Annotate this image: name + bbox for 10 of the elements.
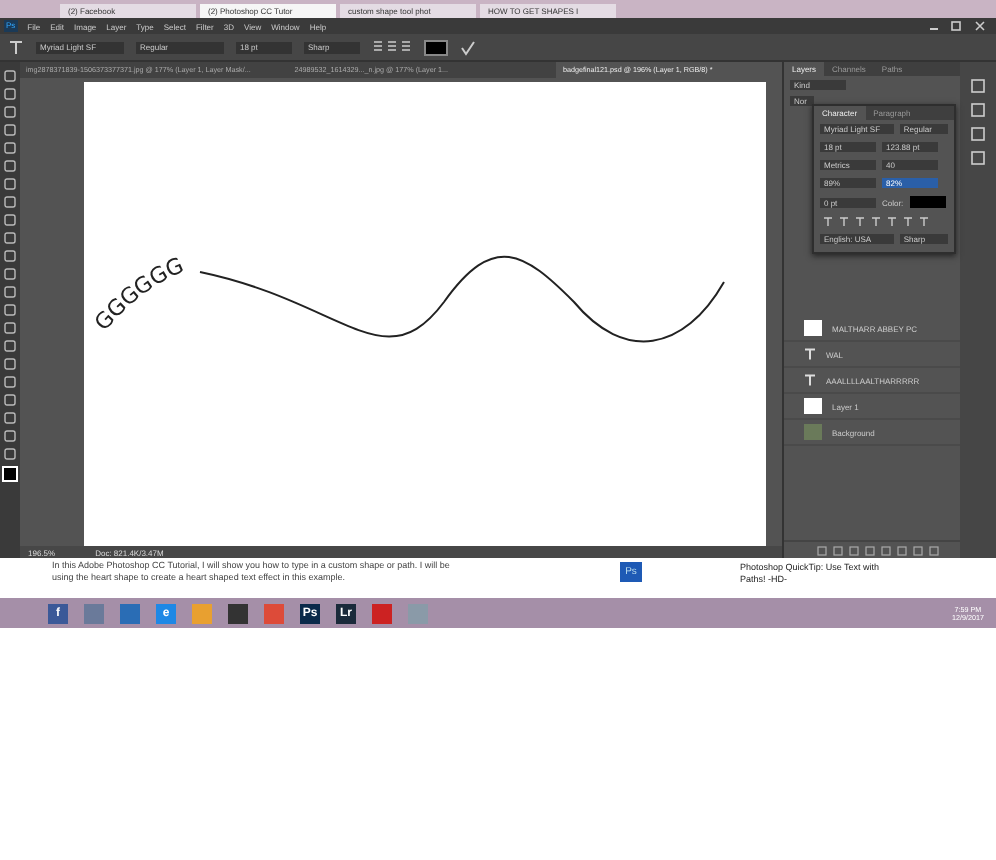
color-swatches-icon[interactable]: [2, 466, 18, 482]
window-controls-icon[interactable]: [928, 20, 988, 32]
color-swatch[interactable]: [424, 39, 448, 55]
text-layer-icon: [804, 348, 816, 360]
check-icon[interactable]: [460, 39, 476, 55]
taskbar-app[interactable]: [228, 603, 248, 623]
align-icon[interactable]: [372, 40, 412, 54]
text-layer-icon: [804, 374, 816, 386]
color-swatch[interactable]: [909, 196, 946, 208]
type-tool-icon[interactable]: [8, 39, 24, 55]
